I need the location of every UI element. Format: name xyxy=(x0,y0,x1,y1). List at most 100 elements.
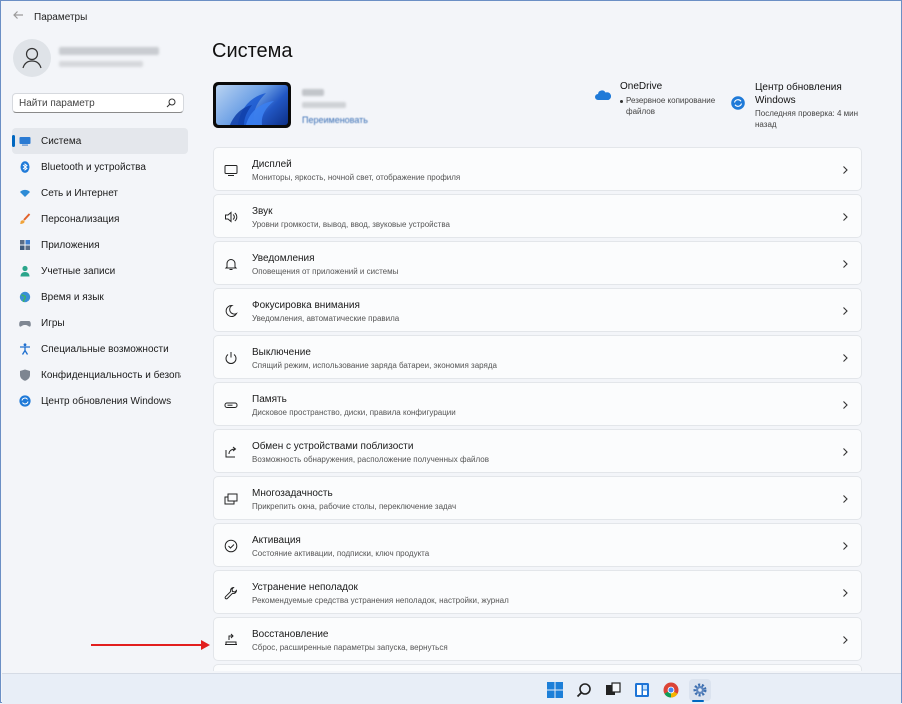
window-title: Параметры xyxy=(34,12,88,23)
bell-icon xyxy=(224,259,238,270)
chevron-right-icon xyxy=(843,542,848,550)
brush-icon xyxy=(20,213,31,224)
sidebar-item-personalization[interactable]: Персонализация xyxy=(12,206,188,232)
display-icon xyxy=(19,137,31,146)
device-model-blurred xyxy=(302,102,346,108)
task-view-icon xyxy=(606,682,621,695)
title-bar: Параметры xyxy=(1,1,901,33)
active-app-indicator xyxy=(692,700,704,702)
card-title: Восстановление xyxy=(252,629,329,640)
search-icon xyxy=(576,683,591,698)
search-box[interactable] xyxy=(12,93,184,113)
sidebar-item-system[interactable]: Система xyxy=(12,128,188,154)
card-power[interactable]: Выключение Спящий режим, использование з… xyxy=(213,335,862,379)
card-title: Память xyxy=(252,394,287,405)
card-subtitle: Сброс, расширенные параметры запуска, ве… xyxy=(252,643,448,652)
sidebar-item-accounts[interactable]: Учетные записи xyxy=(12,258,188,284)
card-subtitle: Мониторы, яркость, ночной свет, отображе… xyxy=(252,173,461,182)
settings-button[interactable] xyxy=(689,679,711,701)
card-recovery[interactable]: Восстановление Сброс, расширенные параме… xyxy=(213,617,862,661)
storage-icon xyxy=(224,402,238,408)
chevron-right-icon xyxy=(843,307,848,315)
avatar[interactable] xyxy=(13,39,51,77)
card-title: Звук xyxy=(252,206,273,217)
device-name-blurred xyxy=(302,89,324,96)
sidebar-item-label: Игры xyxy=(41,317,65,329)
sidebar-item-windows-update[interactable]: Центр обновления Windows xyxy=(12,388,188,414)
start-button[interactable] xyxy=(544,679,566,701)
chrome-icon xyxy=(663,682,679,698)
card-title: Фокусировка внимания xyxy=(252,300,360,311)
windows-update-title[interactable]: Центр обновления Windows xyxy=(755,81,865,107)
widgets-button[interactable] xyxy=(631,679,653,701)
sidebar-item-label: Сеть и Интернет xyxy=(41,187,119,199)
card-title: Активация xyxy=(252,535,301,546)
speaker-icon xyxy=(225,211,238,223)
widgets-icon xyxy=(635,683,649,697)
card-sound[interactable]: Звук Уровни громкости, вывод, ввод, звук… xyxy=(213,194,862,238)
windows-update-subtitle: Последняя проверка: 4 мин назад xyxy=(755,109,859,129)
chevron-right-icon xyxy=(843,166,848,174)
card-multitasking[interactable]: Многозадачность Прикрепить окна, рабочие… xyxy=(213,476,862,520)
shield-icon xyxy=(20,369,30,381)
sidebar-item-network[interactable]: Сеть и Интернет xyxy=(12,180,188,206)
share-icon xyxy=(225,446,237,458)
globe-icon xyxy=(19,291,31,303)
card-title: Выключение xyxy=(252,347,311,358)
card-activation[interactable]: Активация Состояние активации, подписки,… xyxy=(213,523,862,567)
onedrive-subtitle: Резервное копирование файлов xyxy=(626,96,716,116)
bullet-dot xyxy=(620,100,623,103)
person-icon xyxy=(22,47,42,69)
card-troubleshoot[interactable]: Устранение неполадок Рекомендуемые средс… xyxy=(213,570,862,614)
sidebar-item-label: Bluetooth и устройства xyxy=(41,161,146,173)
settings-cards-list: Дисплей Мониторы, яркость, ночной свет, … xyxy=(213,147,862,671)
sidebar-item-gaming[interactable]: Игры xyxy=(12,310,188,336)
card-storage[interactable]: Память Дисковое пространство, диски, пра… xyxy=(213,382,862,426)
windows-logo-icon xyxy=(547,682,563,698)
sidebar-item-accessibility[interactable]: Специальные возможности xyxy=(12,336,188,362)
card-display[interactable]: Дисплей Мониторы, яркость, ночной свет, … xyxy=(213,147,862,191)
card-subtitle: Прикрепить окна, рабочие столы, переключ… xyxy=(252,502,457,511)
chrome-button[interactable] xyxy=(660,679,682,701)
sidebar-item-time-language[interactable]: Время и язык xyxy=(12,284,188,310)
person-icon xyxy=(20,265,30,277)
wrench-icon xyxy=(224,586,238,600)
card-subtitle: Уведомления, автоматические правила xyxy=(252,314,400,323)
task-view-button[interactable] xyxy=(602,679,624,701)
card-partial[interactable] xyxy=(213,664,862,671)
back-arrow-icon[interactable] xyxy=(12,9,26,23)
chevron-right-icon xyxy=(843,589,848,597)
sidebar-item-privacy[interactable]: Конфиденциальность и безопасность xyxy=(12,362,188,388)
card-subtitle: Спящий режим, использование заряда батар… xyxy=(252,361,497,370)
onedrive-title[interactable]: OneDrive xyxy=(620,81,662,92)
profile-name-blurred xyxy=(59,47,159,55)
profile-email-blurred xyxy=(59,61,143,67)
card-nearby-sharing[interactable]: Обмен с устройствами поблизости Возможно… xyxy=(213,429,862,473)
sidebar-item-label: Учетные записи xyxy=(41,265,116,277)
sidebar-item-bluetooth[interactable]: Bluetooth и устройства xyxy=(12,154,188,180)
gamepad-icon xyxy=(19,321,31,327)
sidebar-item-apps[interactable]: Приложения xyxy=(12,232,188,258)
annotation-arrow-head xyxy=(201,640,210,650)
search-button[interactable] xyxy=(573,679,595,701)
accessibility-icon xyxy=(20,343,30,355)
chevron-right-icon xyxy=(843,636,848,644)
sidebar-item-label: Система xyxy=(41,135,82,147)
sidebar-item-label: Время и язык xyxy=(41,291,104,303)
search-icon[interactable] xyxy=(166,98,176,108)
chevron-right-icon xyxy=(843,401,848,409)
search-input[interactable] xyxy=(19,96,159,110)
taskbar xyxy=(2,673,901,704)
card-subtitle: Состояние активации, подписки, ключ прод… xyxy=(252,549,430,558)
sidebar-item-label: Приложения xyxy=(41,239,100,251)
wifi-icon xyxy=(20,189,30,197)
card-title: Дисплей xyxy=(252,159,292,170)
chevron-right-icon xyxy=(843,354,848,362)
card-notifications[interactable]: Уведомления Оповещения от приложений и с… xyxy=(213,241,862,285)
settings-window: Параметры Система Bluetooth и устройст xyxy=(0,0,902,704)
card-subtitle: Уровни громкости, вывод, ввод, звуковые … xyxy=(252,220,450,229)
card-focus-assist[interactable]: Фокусировка внимания Уведомления, автома… xyxy=(213,288,862,332)
bluetooth-icon xyxy=(20,161,30,173)
rename-link[interactable]: Переименовать xyxy=(302,115,368,125)
sidebar-item-label: Персонализация xyxy=(41,213,120,225)
